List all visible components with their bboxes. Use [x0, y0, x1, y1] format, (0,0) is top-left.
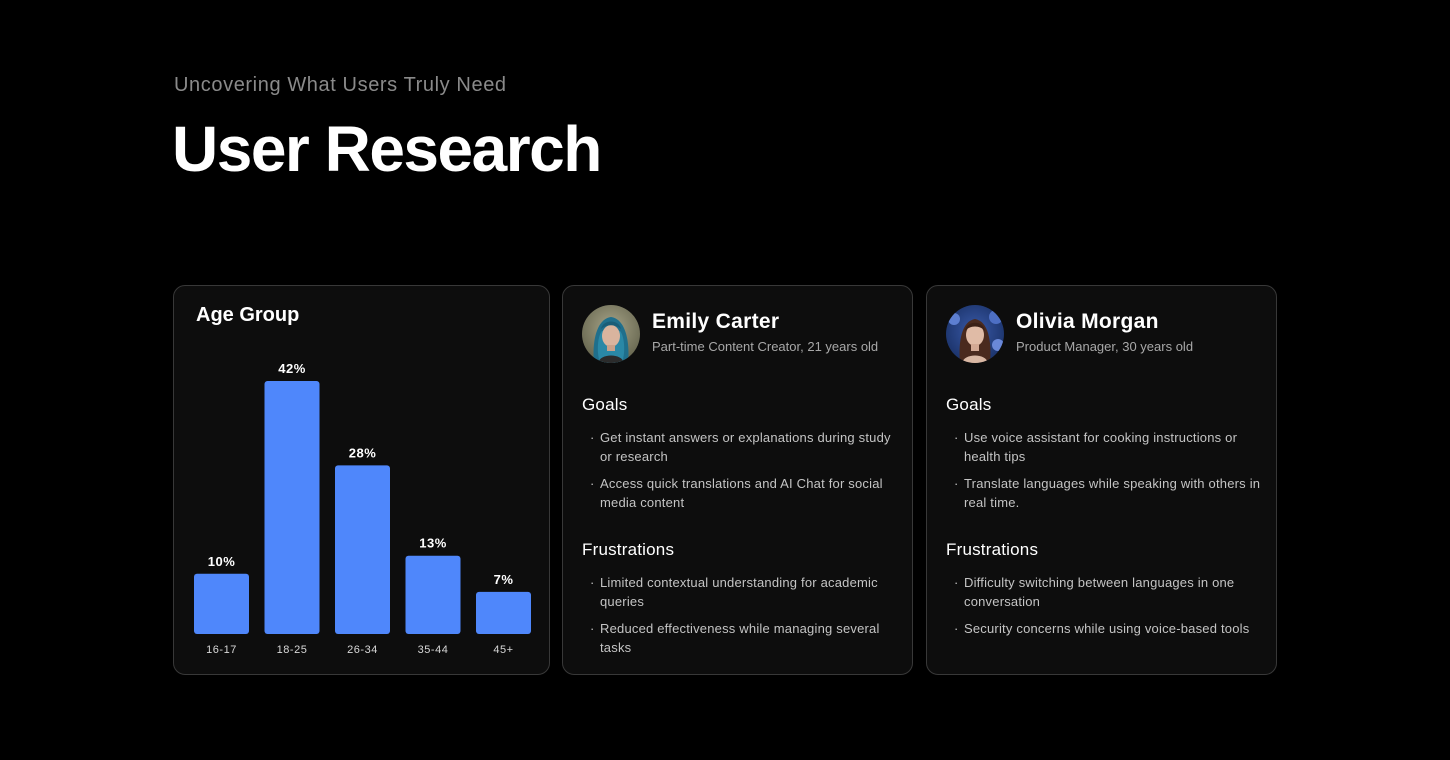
bar-value-label: 28%	[349, 445, 377, 460]
frustration-item: · Reduced effectiveness while managing se…	[582, 619, 902, 657]
goal-text: Use voice assistant for cooking instruct…	[964, 430, 1238, 464]
bullet-icon: ·	[590, 621, 595, 636]
persona-name: Olivia Morgan	[1016, 310, 1159, 333]
frustrations-heading: Frustrations	[582, 540, 675, 559]
avatar	[946, 305, 1004, 363]
bullet-icon: ·	[954, 621, 959, 636]
goal-item: · Access quick translations and AI Chat f…	[582, 474, 902, 512]
age-group-card: Age Group 10% 16-17 42% 18-25 28% 26-34 13% 35-…	[173, 285, 550, 675]
bullet-icon: ·	[590, 430, 595, 445]
bar-35-44	[405, 555, 461, 634]
page-eyebrow: Uncovering What Users Truly Need	[174, 74, 507, 96]
frustration-text: Limited contextual understanding for aca…	[600, 575, 878, 609]
goals-list: · Get instant answers or explanations dur…	[582, 428, 902, 520]
bullet-icon: ·	[590, 575, 595, 590]
frustration-text: Security concerns while using voice-base…	[964, 621, 1250, 636]
goal-text: Access quick translations and AI Chat fo…	[600, 476, 883, 510]
bar-26-34	[335, 465, 390, 634]
page: Uncovering What Users Truly Need User Re…	[0, 0, 1450, 760]
persona-role: Part-time Content Creator, 21 years old	[652, 339, 879, 354]
goal-text: Translate languages while speaking with …	[964, 476, 1261, 510]
bullet-icon: ·	[954, 430, 959, 445]
category-label: 45+	[493, 644, 513, 656]
bar-value-label: 13%	[419, 536, 447, 551]
frustration-text: Reduced effectiveness while managing sev…	[600, 621, 880, 655]
avatar-portrait-icon	[582, 305, 640, 363]
category-label: 18-25	[277, 644, 308, 656]
avatar	[582, 305, 640, 363]
bullet-icon: ·	[954, 575, 959, 590]
page-title: User Research	[172, 113, 602, 185]
category-label: 35-44	[418, 644, 449, 656]
bar-45+	[476, 591, 531, 634]
goal-text: Get instant answers or explanations duri…	[600, 430, 891, 464]
category-label: 26-34	[347, 644, 378, 656]
bar-value-label: 42%	[278, 361, 306, 376]
goals-list: · Use voice assistant for cooking instruc…	[946, 428, 1266, 520]
goal-item: · Use voice assistant for cooking instruc…	[946, 428, 1266, 466]
bullet-icon: ·	[954, 476, 959, 491]
persona-card-olivia: Olivia Morgan Product Manager, 30 years …	[926, 285, 1277, 675]
bar-16-17	[194, 573, 249, 634]
persona-card-emily: Emily Carter Part-time Content Creator, …	[562, 285, 913, 675]
frustrations-list: · Difficulty switching between languages …	[946, 573, 1266, 646]
age-group-chart: 10% 16-17 42% 18-25 28% 26-34 13% 35-44 7% 45+	[194, 361, 531, 656]
goal-item: · Translate languages while speaking with…	[946, 474, 1266, 512]
bar-18-25	[264, 381, 320, 634]
persona-name: Emily Carter	[652, 310, 780, 333]
avatar-portrait-icon	[946, 305, 1004, 363]
frustration-text: Difficulty switching between languages i…	[964, 575, 1235, 609]
goals-heading: Goals	[582, 395, 628, 414]
frustration-item: · Difficulty switching between languages …	[946, 573, 1266, 611]
bar-value-label: 10%	[208, 554, 236, 569]
persona-role: Product Manager, 30 years old	[1016, 339, 1194, 354]
frustration-item: · Security concerns while using voice-bas…	[946, 619, 1266, 638]
frustrations-heading: Frustrations	[946, 540, 1039, 559]
goal-item: · Get instant answers or explanations dur…	[582, 428, 902, 466]
frustration-item: · Limited contextual understanding for ac…	[582, 573, 902, 611]
bar-value-label: 7%	[494, 572, 514, 587]
category-label: 16-17	[206, 644, 237, 656]
frustrations-list: · Limited contextual understanding for ac…	[582, 573, 902, 665]
bullet-icon: ·	[590, 476, 595, 491]
goals-heading: Goals	[946, 395, 992, 414]
